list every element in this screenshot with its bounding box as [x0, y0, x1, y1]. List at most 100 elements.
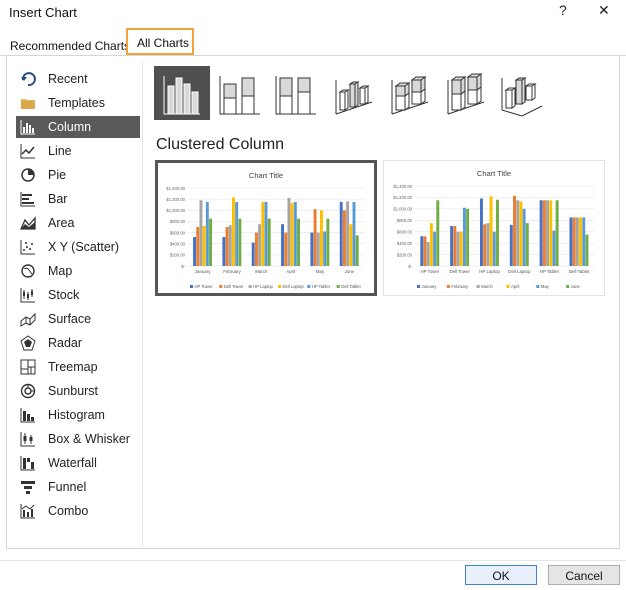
legend-label: April — [511, 284, 519, 289]
bar — [313, 209, 317, 266]
y-tick-label: $200.00 — [397, 252, 413, 257]
bar — [287, 198, 291, 266]
3d-percent-stacked-column-icon — [447, 73, 485, 115]
bar — [552, 230, 556, 266]
sidebar-item-bar[interactable]: Bar — [16, 188, 140, 210]
sidebar-item-label: Funnel — [48, 480, 87, 494]
funnel-chart-icon — [21, 481, 35, 494]
legend-swatch — [566, 285, 570, 288]
legend-label: March — [481, 284, 493, 289]
chart-preview-2[interactable]: Chart Title $- $200.00 $400.00 $600.00 $800.… — [383, 160, 605, 296]
bar — [267, 218, 271, 266]
close-icon[interactable]: ✕ — [598, 2, 610, 19]
sidebar-item-recent[interactable]: Recent — [16, 68, 140, 90]
bar — [539, 200, 543, 266]
sidebar-item-treemap[interactable]: Treemap — [16, 356, 140, 378]
legend-label: Dell Tower — [224, 284, 244, 289]
bar — [326, 218, 330, 266]
radar-chart-icon — [20, 335, 36, 351]
line-chart-icon — [20, 144, 35, 159]
sidebar-item-stock[interactable]: Stock — [16, 284, 140, 306]
bar — [466, 208, 470, 266]
x-tick-label: January — [195, 269, 211, 274]
sidebar-item-funnel[interactable]: Funnel — [16, 476, 140, 498]
chart-preview-1[interactable]: Chart Title $- $200.00 $400.00 $600.00 $800.… — [155, 160, 377, 296]
legend-swatch — [476, 285, 480, 288]
subtype-3d-column[interactable] — [494, 66, 550, 120]
bar — [575, 217, 579, 266]
subtype-3d-clustered-column[interactable] — [326, 66, 382, 120]
sidebar-item-box-whisker[interactable]: Box & Whisker — [16, 428, 140, 450]
sidebar-item-radar[interactable]: Radar — [16, 332, 140, 354]
sidebar-item-label: Area — [48, 216, 75, 230]
recent-icon — [21, 72, 36, 87]
sidebar-item-label: Templates — [48, 96, 105, 110]
sidebar-item-map[interactable]: Map — [16, 260, 140, 282]
bar — [196, 227, 200, 266]
3d-column-icon — [501, 77, 543, 117]
sidebar-item-label: Line — [48, 144, 72, 158]
sidebar-item-line[interactable]: Line — [16, 140, 140, 162]
x-tick-label: HP Tablet — [540, 269, 560, 274]
sidebar-item-templates[interactable]: Templates — [16, 92, 140, 114]
3d-stacked-column-icon — [391, 76, 429, 115]
column-chart-icon — [20, 120, 35, 135]
subtype-3d-stacked-column[interactable] — [382, 66, 438, 120]
legend-swatch — [248, 285, 252, 288]
sidebar-item-surface[interactable]: Surface — [16, 308, 140, 330]
bar — [349, 224, 353, 266]
pie-chart-icon — [21, 168, 35, 182]
bar — [450, 226, 454, 266]
help-button[interactable]: ? — [559, 2, 567, 18]
sidebar-item-label: Radar — [48, 336, 83, 350]
bar — [420, 236, 424, 266]
sidebar-item-area[interactable]: Area — [16, 212, 140, 234]
x-tick-label: HP Laptop — [479, 269, 500, 274]
sidebar-item-combo[interactable]: Combo — [16, 500, 140, 522]
chart-category-list: Recent Templates Column Line Pie Bar Are… — [10, 66, 142, 546]
sidebar-item-sunburst[interactable]: Sunburst — [16, 380, 140, 402]
sidebar-item-histogram[interactable]: Histogram — [16, 404, 140, 426]
sidebar-item-pie[interactable]: Pie — [16, 164, 140, 186]
bar — [582, 217, 586, 266]
bar — [479, 198, 483, 266]
bar — [459, 231, 463, 266]
bar — [254, 232, 258, 266]
legend-swatch — [536, 285, 540, 288]
subtype-100-percent-stacked-column[interactable] — [268, 66, 324, 120]
subtype-clustered-column[interactable] — [154, 66, 210, 120]
cancel-button[interactable]: Cancel — [548, 565, 620, 585]
sidebar-item-column[interactable]: Column — [16, 116, 140, 138]
subtype-stacked-column[interactable] — [212, 66, 268, 120]
tab-all-charts[interactable]: All Charts — [137, 36, 189, 50]
bar — [284, 232, 288, 266]
legend-swatch — [417, 285, 420, 288]
y-tick-label: $400.00 — [397, 241, 413, 246]
bar — [569, 217, 573, 266]
legend-swatch — [307, 285, 311, 288]
bar — [585, 234, 589, 266]
sidebar-item-label: Surface — [48, 312, 92, 326]
y-tick-label: $1,000.00 — [393, 207, 412, 212]
sidebar-item-label: Stock — [48, 288, 80, 302]
legend-label: HP Tower — [195, 284, 214, 289]
subtype-3d-100-percent-stacked-column[interactable] — [438, 66, 494, 120]
ok-button[interactable]: OK — [465, 565, 537, 585]
bar — [429, 223, 433, 266]
sidebar-item-label: Recent — [48, 72, 88, 86]
sidebar-item-label: Map — [48, 264, 73, 278]
sidebar-item-scatter[interactable]: X Y (Scatter) — [16, 236, 140, 258]
area-chart-icon — [20, 216, 36, 230]
bar — [205, 201, 209, 266]
y-tick-label: $1,000.00 — [166, 208, 185, 213]
bar — [519, 201, 523, 266]
x-tick-label: Dell Laptop — [508, 269, 531, 274]
tab-recommended-charts[interactable]: Recommended Charts — [10, 39, 130, 53]
sidebar-item-waterfall[interactable]: Waterfall — [16, 452, 140, 474]
bar — [228, 225, 232, 266]
clustered-column-icon — [163, 76, 200, 115]
percent-stacked-column-icon — [275, 76, 316, 115]
bar — [297, 218, 301, 266]
x-tick-label: February — [223, 269, 241, 274]
legend-label: June — [571, 284, 581, 289]
